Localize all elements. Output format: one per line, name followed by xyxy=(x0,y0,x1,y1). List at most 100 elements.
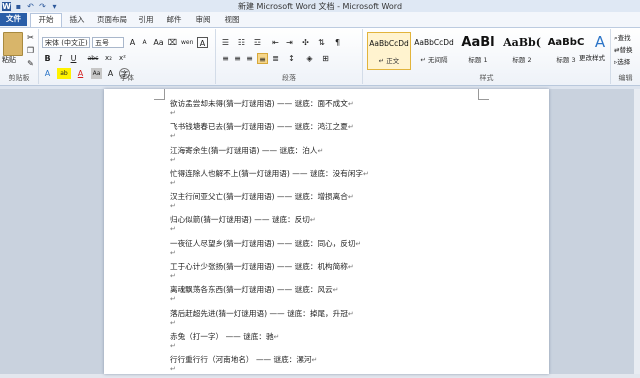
document-line[interactable]: 江海寄余生(猜一灯谜用语) —— 谜底：泊人↵ ↵ xyxy=(170,145,530,168)
document-line[interactable]: 赤兔（打一字） —— 谜底：驰↵ ↵ xyxy=(170,331,530,354)
underline-icon[interactable]: U xyxy=(68,53,79,64)
phonetic-guide-icon[interactable]: wen xyxy=(181,37,193,48)
paste-icon[interactable] xyxy=(3,32,23,56)
style-no-spacing[interactable]: AaBbCcDd ↵ 无间隔 xyxy=(412,32,456,70)
tab-page-layout[interactable]: 页面布局 xyxy=(94,14,130,26)
align-left-icon[interactable]: ≡ xyxy=(220,53,231,64)
tab-insert[interactable]: 插入 xyxy=(62,14,92,26)
paste-button[interactable]: 粘贴 xyxy=(2,55,16,66)
shrink-font-icon[interactable]: A xyxy=(139,37,150,48)
empty-paragraph-mark: ↵ xyxy=(170,248,176,257)
cut-icon[interactable]: ✂ xyxy=(25,32,36,43)
increase-indent-icon[interactable]: ⇥ xyxy=(284,37,295,48)
find-button[interactable]: ⌕查找 xyxy=(614,33,631,44)
document-line-text: 行行重行行（河南地名） —— 谜底：漯河 xyxy=(170,355,312,365)
sort-icon[interactable]: ⇅ xyxy=(316,37,327,48)
show-marks-icon[interactable]: ¶ xyxy=(332,37,343,48)
styles-group: AaBbCcDd ↵ 正文 AaBbCcDd ↵ 无间隔 AaBl 标题 1 A… xyxy=(363,29,611,84)
distributed-icon[interactable]: ≣ xyxy=(270,53,281,64)
document-line-text: 江海寄余生(猜一灯谜用语) —— 谜底：泊人 xyxy=(170,145,318,155)
clear-formatting-icon[interactable]: ⌧ xyxy=(167,37,178,48)
tab-review[interactable]: 审阅 xyxy=(191,14,215,26)
change-styles-icon[interactable]: A xyxy=(592,33,608,51)
numbering-icon[interactable]: ☷ xyxy=(236,37,247,48)
document-line-content: 工于心计少张扬(猜一灯谜用语) —— 谜底：机构简称↵ xyxy=(170,261,354,272)
copy-icon[interactable]: ❐ xyxy=(25,45,36,56)
style-heading-2-label: 标题 2 xyxy=(512,56,532,64)
paragraph-mark: ↵ xyxy=(347,100,354,108)
style-normal[interactable]: AaBbCcDd ↵ 正文 xyxy=(367,32,411,70)
style-heading-1-preview: AaBl xyxy=(461,35,495,50)
format-painter-icon[interactable]: ✎ xyxy=(25,58,36,69)
style-heading-2[interactable]: AaBb( 标题 2 xyxy=(500,32,544,70)
document-line[interactable]: 飞书钱塘春已去(猜一灯谜用语) —— 谜底：鸿江之夏↵ ↵ xyxy=(170,121,530,144)
empty-paragraph-mark: ↵ xyxy=(170,365,176,374)
style-heading-1[interactable]: AaBl 标题 1 xyxy=(456,32,500,70)
document-line-text: 忙得连除人也解不上(猜一灯谜用语) —— 谜底：没有闲字 xyxy=(170,168,364,178)
document-line-text: 离魂飘荡各东西(猜一灯谜用语) —— 谜底：风云 xyxy=(170,285,333,295)
tab-references[interactable]: 引用 xyxy=(134,14,158,26)
document-line[interactable]: 离魂飘荡各东西(猜一灯谜用语) —— 谜底：风云↵ ↵ xyxy=(170,284,530,307)
subscript-icon[interactable]: x₂ xyxy=(103,53,114,64)
empty-paragraph-mark: ↵ xyxy=(170,341,176,350)
style-no-spacing-label: ↵ 无间隔 xyxy=(420,56,448,64)
replace-button[interactable]: ⇄替换 xyxy=(614,45,632,56)
vertical-scrollbar[interactable] xyxy=(634,89,640,374)
align-center-icon[interactable]: ≡ xyxy=(232,53,243,64)
decrease-indent-icon[interactable]: ⇤ xyxy=(270,37,281,48)
document-line[interactable]: 工于心计少张扬(猜一灯谜用语) —— 谜底：机构简称↵ ↵ xyxy=(170,261,530,284)
document-line[interactable]: 归心似箭(猜一灯谜用语) —— 谜底：反切↵ ↵ xyxy=(170,214,530,237)
tab-mailings[interactable]: 邮件 xyxy=(162,14,186,26)
empty-paragraph-mark: ↵ xyxy=(170,132,176,141)
paragraph-mark: ↵ xyxy=(363,169,369,178)
italic-icon[interactable]: I xyxy=(55,53,66,64)
shading-icon[interactable]: ◈ xyxy=(304,53,315,64)
chinese-layout-icon[interactable]: ✣ xyxy=(300,37,311,48)
change-case-icon[interactable]: Aa xyxy=(153,37,164,48)
styles-group-label: 样式 xyxy=(479,74,494,82)
document-line[interactable]: 欲访孟尝却未得(猜一灯谜用语) —— 谜底：面不成文↵ ↵ xyxy=(170,98,530,121)
paragraph-mark: ↵ xyxy=(309,216,316,225)
bold-icon[interactable]: B xyxy=(42,53,53,64)
window-title: 新建 Microsoft Word 文档 - Microsoft Word xyxy=(237,2,403,11)
document-line[interactable]: 忙得连除人也解不上(猜一灯谜用语) —— 谜底：没有闲字↵ ↵ xyxy=(170,168,530,191)
tab-file[interactable]: 文件 xyxy=(0,13,27,26)
multilevel-list-icon[interactable]: ☲ xyxy=(252,37,263,48)
document-line[interactable]: 汉主行间亚父亡(猜一灯谜用语) —— 谜底：增损离合↵ ↵ xyxy=(170,191,530,214)
document-body[interactable]: 欲访孟尝却未得(猜一灯谜用语) —— 谜底：面不成文↵ ↵ 飞书钱塘春已去(猜一灯谜… xyxy=(170,98,530,378)
bullets-icon[interactable]: ☰ xyxy=(220,37,231,48)
select-button[interactable]: ▹选择 xyxy=(614,57,630,68)
style-normal-preview: AaBbCcDd xyxy=(369,39,409,48)
font-name-select[interactable]: 宋体 (中文正) xyxy=(42,37,90,48)
tab-home[interactable]: 开始 xyxy=(30,13,62,27)
document-line-content: 归心似箭(猜一灯谜用语) —— 谜底：反切↵ xyxy=(170,214,316,225)
style-no-spacing-preview: AaBbCcDd xyxy=(414,38,454,47)
font-size-select[interactable]: 五号 xyxy=(92,37,124,48)
paragraph-mark: ↵ xyxy=(347,309,354,318)
paragraph-group: ☰ ☷ ☲ ⇤ ⇥ ✣ ⇅ ¶ ≡ ≡ ≡ ≡ ≣ ↕ ◈ ⊞ 段落 xyxy=(216,29,363,84)
paragraph-group-label: 段落 xyxy=(282,74,296,82)
document-line[interactable]: 行行重行行（河南地名） —— 谜底：漯河↵ ↵ xyxy=(170,354,530,377)
empty-paragraph-mark: ↵ xyxy=(170,178,176,187)
document-line-content: 欲访孟尝却未得(猜一灯谜用语) —— 谜底：面不成文↵ xyxy=(170,98,354,109)
justify-icon[interactable]: ≡ xyxy=(257,53,268,64)
document-line-content: 赤兔（打一字） —— 谜底：驰↵ xyxy=(170,331,279,342)
line-spacing-icon[interactable]: ↕ xyxy=(286,53,297,64)
select-label: 选择 xyxy=(617,58,631,66)
change-styles-button[interactable]: 更改样式 xyxy=(579,53,605,64)
grow-font-icon[interactable]: A xyxy=(127,37,138,48)
document-line[interactable]: 落后赶超先进(猜一灯谜用语) —— 谜底：掉尾，升冠↵ ↵ xyxy=(170,308,530,331)
style-heading-3[interactable]: AaBbC 标题 3 xyxy=(544,32,588,70)
ribbon-tabs: 文件 开始 插入 页面布局 引用 邮件 审阅 视图 xyxy=(0,12,640,28)
align-right-icon[interactable]: ≡ xyxy=(244,53,255,64)
document-line-content: 离魂飘荡各东西(猜一灯谜用语) —— 谜底：风云↵ xyxy=(170,284,339,295)
style-heading-3-preview: AaBbC xyxy=(547,37,585,48)
document-line[interactable]: 一夜征人尽望乡(猜一灯谜用语) —— 谜底：同心，反切↵ ↵ xyxy=(170,238,530,261)
style-heading-2-preview: AaBb( xyxy=(503,36,541,49)
tab-view[interactable]: 视图 xyxy=(220,14,244,26)
character-border-icon[interactable]: A xyxy=(197,37,208,48)
document-line-content: 飞书钱塘春已去(猜一灯谜用语) —— 谜底：鸿江之夏↵ xyxy=(170,121,354,132)
borders-icon[interactable]: ⊞ xyxy=(320,53,331,64)
superscript-icon[interactable]: x² xyxy=(117,53,128,64)
strikethrough-icon[interactable]: abc xyxy=(85,53,101,64)
